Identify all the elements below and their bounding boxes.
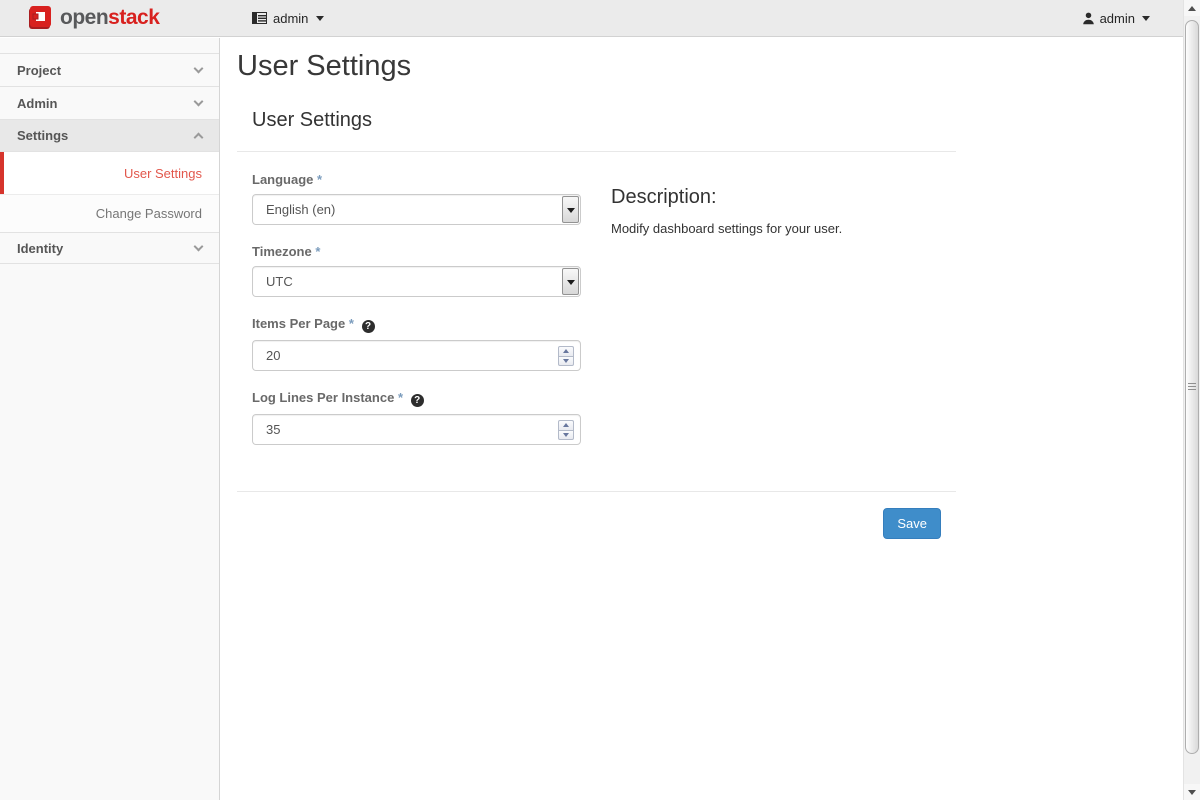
form-fields-column: Language * English (en) Timezone * UTC xyxy=(252,172,581,464)
description-heading: Description: xyxy=(611,186,941,208)
form-title: User Settings xyxy=(237,109,956,131)
items-per-page-value: 20 xyxy=(266,348,280,363)
timezone-label: Timezone * xyxy=(252,244,581,259)
user-menu-label: admin xyxy=(1100,11,1135,26)
project-switcher-menu[interactable]: admin xyxy=(252,0,324,36)
chevron-down-icon xyxy=(194,64,204,74)
timezone-select[interactable]: UTC xyxy=(252,266,581,297)
sidebar-item-settings[interactable]: Settings xyxy=(0,120,219,152)
number-spinner xyxy=(558,346,574,366)
sidebar-spacer xyxy=(0,38,219,54)
caret-down-icon xyxy=(316,16,324,25)
page-title: User Settings xyxy=(237,50,1183,83)
question-circle-icon[interactable]: ? xyxy=(411,394,424,407)
chevron-up-icon xyxy=(194,133,204,143)
sidebar-item-label: Change Password xyxy=(96,206,202,221)
description-text: Modify dashboard settings for your user. xyxy=(611,220,941,238)
sidebar-item-label: Settings xyxy=(17,128,68,143)
scroll-down-arrow-icon[interactable] xyxy=(1184,784,1200,800)
caret-down-icon xyxy=(1142,16,1150,25)
spinner-down-icon[interactable] xyxy=(558,430,574,440)
spinner-down-icon[interactable] xyxy=(558,356,574,366)
scrollbar-thumb[interactable] xyxy=(1185,20,1199,754)
log-lines-input[interactable]: 35 xyxy=(252,414,581,445)
chevron-down-icon xyxy=(194,97,204,107)
user-menu[interactable]: admin xyxy=(1082,0,1150,36)
log-lines-value: 35 xyxy=(266,422,280,437)
chevron-down-icon xyxy=(194,242,204,252)
settings-submenu: User Settings Change Password xyxy=(0,152,219,232)
items-per-page-field: Items Per Page * ? 20 xyxy=(252,316,581,371)
vertical-scrollbar[interactable] xyxy=(1183,0,1200,800)
question-circle-icon[interactable]: ? xyxy=(362,320,375,333)
required-marker: * xyxy=(349,316,354,331)
language-select[interactable]: English (en) xyxy=(252,194,581,225)
items-per-page-input[interactable]: 20 xyxy=(252,340,581,371)
user-icon xyxy=(1082,12,1095,25)
sidebar-item-label: User Settings xyxy=(124,166,202,181)
timezone-field: Timezone * UTC xyxy=(252,244,581,297)
number-spinner xyxy=(558,420,574,440)
description-column: Description: Modify dashboard settings f… xyxy=(611,172,941,464)
log-lines-field: Log Lines Per Instance * ? 35 xyxy=(252,390,581,445)
sidebar-item-change-password[interactable]: Change Password xyxy=(0,194,219,232)
sidebar-item-label: Identity xyxy=(17,241,63,256)
language-field: Language * English (en) xyxy=(252,172,581,225)
project-switcher-label: admin xyxy=(273,11,308,26)
sidebar-item-identity[interactable]: Identity xyxy=(0,232,219,264)
sidebar-item-admin[interactable]: Admin xyxy=(0,87,219,120)
user-settings-form: User Settings Language * English (en) xyxy=(237,109,956,539)
language-select-value: English (en) xyxy=(266,202,335,217)
scroll-up-arrow-icon[interactable] xyxy=(1184,0,1200,16)
sidebar-item-label: Admin xyxy=(17,96,57,111)
spinner-up-icon[interactable] xyxy=(558,420,574,430)
sidebar-item-label: Project xyxy=(17,63,61,78)
select-arrow-icon[interactable] xyxy=(562,196,579,223)
scrollbar-grip-icon xyxy=(1188,383,1196,391)
sidebar-nav: Project Admin Settings User Settings Cha… xyxy=(0,38,220,800)
timezone-select-value: UTC xyxy=(266,274,293,289)
openstack-cube-icon xyxy=(28,5,53,30)
spinner-up-icon[interactable] xyxy=(558,346,574,356)
main-content: User Settings User Settings Language * E… xyxy=(221,38,1183,800)
save-button[interactable]: Save xyxy=(883,508,941,539)
select-arrow-icon[interactable] xyxy=(562,268,579,295)
openstack-wordmark: openstack xyxy=(60,7,159,28)
items-per-page-label: Items Per Page * ? xyxy=(252,316,581,333)
language-label: Language * xyxy=(252,172,581,187)
sidebar-item-user-settings[interactable]: User Settings xyxy=(0,152,219,194)
sidebar-item-project[interactable]: Project xyxy=(0,54,219,87)
openstack-logo[interactable]: openstack xyxy=(28,5,159,30)
form-footer: Save xyxy=(237,492,956,539)
required-marker: * xyxy=(398,390,403,405)
required-marker: * xyxy=(315,244,320,259)
log-lines-label: Log Lines Per Instance * ? xyxy=(252,390,581,407)
top-navbar: openstack admin admin xyxy=(0,0,1183,37)
table-list-icon xyxy=(252,12,267,24)
required-marker: * xyxy=(317,172,322,187)
